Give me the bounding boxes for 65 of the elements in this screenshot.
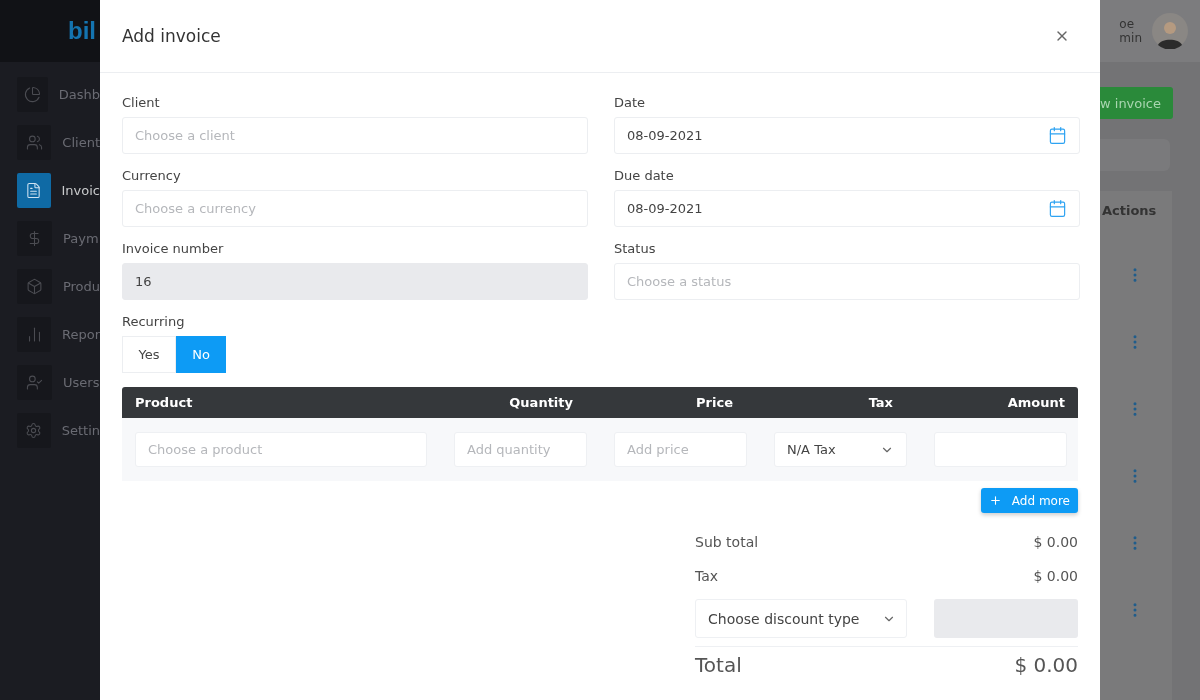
sidebar-icon[interactable] <box>17 125 52 160</box>
search-field[interactable] <box>1100 139 1170 171</box>
settings-icon <box>25 422 43 439</box>
toggle-option[interactable]: No <box>176 336 226 373</box>
column-header: Actions <box>1101 202 1158 218</box>
sidebar-icon[interactable] <box>17 173 51 208</box>
sidebar-icon[interactable] <box>17 365 52 400</box>
product-select[interactable]: Choose a product <box>135 432 427 467</box>
plus-icon <box>988 494 1002 507</box>
tax-select[interactable]: N/A Tax <box>774 432 907 467</box>
select-field[interactable]: Choose a client <box>122 117 588 154</box>
logo: bil <box>68 17 96 45</box>
date-field[interactable]: 08-09-2021 <box>614 190 1080 227</box>
total-label: Tax <box>695 568 719 584</box>
field-label: Currency <box>122 168 182 183</box>
column-header: Quantity <box>508 395 573 410</box>
field-label: Status <box>614 241 657 256</box>
calendar-icon <box>1048 126 1067 145</box>
sidebar-item[interactable]: Client <box>62 135 100 150</box>
total-label: Total <box>695 653 742 677</box>
user-check-icon <box>26 374 43 391</box>
input-field: 16 <box>122 263 588 300</box>
sidebar-item[interactable]: Dashb <box>58 87 100 102</box>
modal-title: Add invoice <box>122 26 221 46</box>
quantity-field[interactable]: Add quantity <box>454 432 587 467</box>
field-label: Invoice number <box>122 241 225 256</box>
total-value: $ 0.00 <box>1033 568 1078 584</box>
select-field[interactable]: Choose a currency <box>122 190 588 227</box>
user-role: min <box>1119 31 1142 45</box>
sidebar-item[interactable]: Users <box>63 375 100 390</box>
sidebar-icon[interactable] <box>17 317 51 352</box>
sidebar-item[interactable]: Paym <box>63 231 99 246</box>
sidebar-icon[interactable] <box>17 77 48 112</box>
sidebar-item[interactable]: Settin <box>61 423 100 438</box>
add-more-button[interactable]: Add more <box>980 488 1078 513</box>
sidebar-item[interactable]: Produ <box>62 279 100 294</box>
discount-select[interactable]: Choose discount type <box>695 599 907 638</box>
box-icon <box>25 278 43 295</box>
column-header: Price <box>695 395 733 410</box>
toggle-option[interactable]: Yes <box>122 336 176 373</box>
date-field[interactable]: 08-09-2021 <box>614 117 1080 154</box>
sidebar-item[interactable]: Repor <box>62 327 100 342</box>
field-label: Recurring <box>122 314 186 329</box>
calendar-icon <box>1048 199 1067 218</box>
avatar[interactable] <box>1152 13 1188 49</box>
sidebar-icon[interactable] <box>17 413 51 448</box>
users-icon <box>25 134 43 151</box>
price-field[interactable]: Add price <box>614 432 747 467</box>
total-value: $ 0.00 <box>1033 534 1078 550</box>
total-label: Sub total <box>695 534 759 550</box>
column-header: Amount <box>1006 395 1065 410</box>
sidebar-item[interactable]: Invoic <box>61 183 100 198</box>
document-icon <box>25 182 43 199</box>
select-field[interactable]: Choose a status <box>614 263 1080 300</box>
field-label: Client <box>122 95 161 110</box>
sidebar-icon[interactable] <box>17 269 52 304</box>
column-header: Product <box>135 395 194 410</box>
user-name: oe <box>1119 17 1136 31</box>
sidebar-icon[interactable] <box>17 221 52 256</box>
column-header: Tax <box>867 395 893 410</box>
new-invoice-button[interactable]: w invoice <box>1100 87 1173 119</box>
field-label: Due date <box>614 168 675 183</box>
total-value: $ 0.00 <box>1014 653 1078 677</box>
pie-chart-icon <box>23 86 41 103</box>
field-label: Date <box>614 95 647 110</box>
